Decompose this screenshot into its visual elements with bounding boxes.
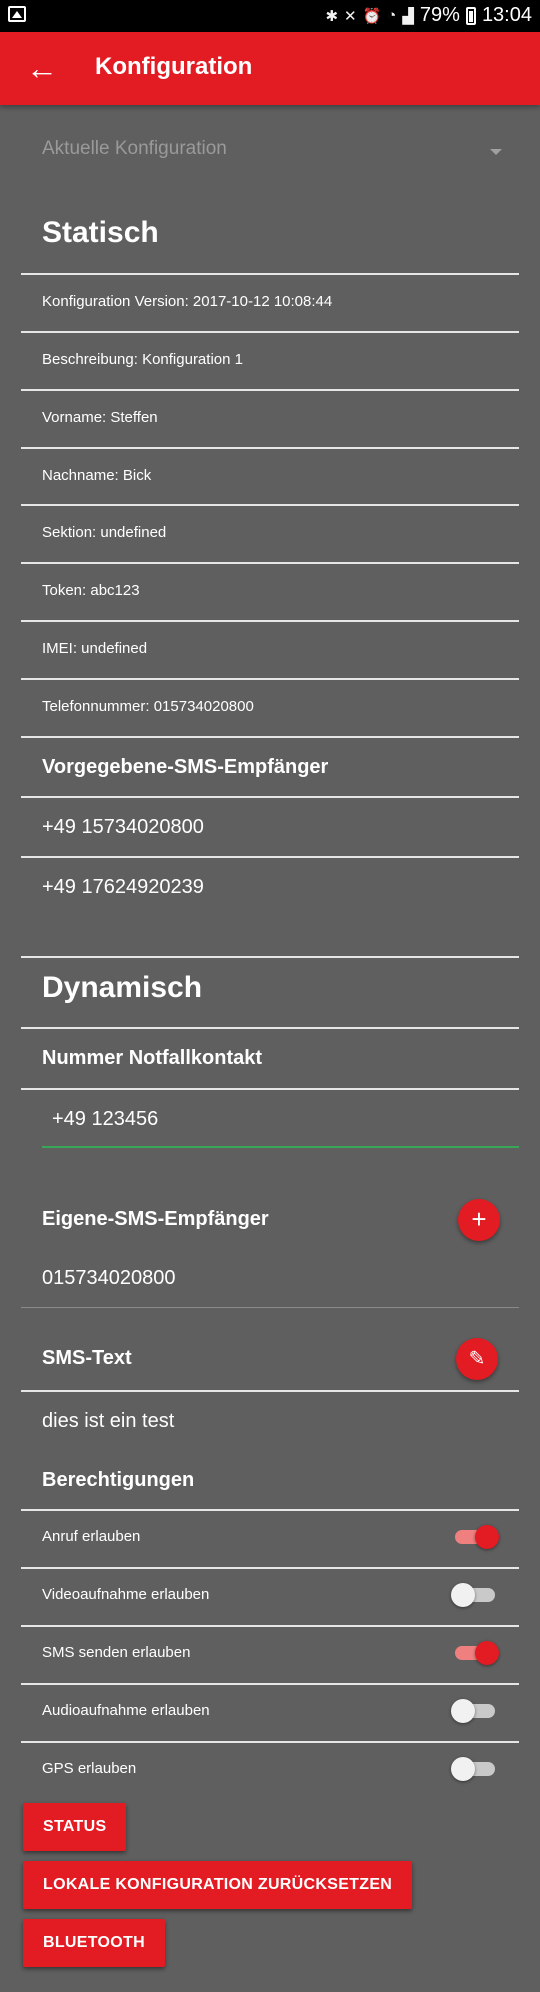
reset-config-button[interactable]: LOKALE KONFIGURATION ZURÜCKSETZEN [23, 1861, 413, 1909]
divider [21, 1390, 519, 1392]
divider [21, 331, 519, 333]
static-row-lastname: Nachname: Bick [42, 467, 152, 484]
sms-text-value: dies ist ein test [42, 1410, 175, 1432]
bluetooth-icon: ✱ [325, 7, 339, 25]
permission-label-sms: SMS senden erlauben [42, 1644, 191, 1661]
emergency-contact-title: Nummer Notfallkontakt [42, 1047, 263, 1069]
mute-icon: ✕ [344, 7, 357, 25]
divider [21, 956, 519, 958]
emergency-contact-input[interactable]: +49 123456 [52, 1108, 158, 1131]
divider [21, 447, 519, 449]
emergency-contact-underline [42, 1146, 519, 1148]
divider [21, 562, 519, 564]
divider [21, 796, 519, 798]
plus-icon: + [471, 1204, 487, 1234]
permission-label-call: Anruf erlauben [42, 1528, 141, 1545]
toggle-audio[interactable] [451, 1696, 499, 1726]
own-sms-recipients-title: Eigene-SMS-Empfänger [42, 1208, 269, 1230]
permission-label-gps: GPS erlauben [42, 1760, 137, 1777]
divider [21, 273, 519, 275]
permission-label-audio: Audioaufnahme erlauben [42, 1702, 210, 1719]
config-select[interactable]: Aktuelle Konfiguration [42, 138, 502, 172]
dropdown-caret-icon [490, 149, 502, 155]
dynamic-section-title: Dynamisch [42, 971, 203, 1004]
own-sms-recipient: 015734020800 [42, 1267, 176, 1289]
toggle-gps[interactable] [451, 1754, 499, 1784]
predefined-sms-recipient: +49 15734020800 [42, 816, 204, 838]
divider [21, 389, 519, 391]
static-row-version: Konfiguration Version: 2017-10-12 10:08:… [42, 293, 333, 310]
permission-label-video: Videoaufnahme erlauben [42, 1586, 210, 1603]
static-row-phone: Telefonnummer: 015734020800 [42, 698, 254, 715]
battery-percent: 79% [419, 4, 460, 26]
status-icons: ✱ ✕ ⏰ ◔ ▟ 79% 13:04 [325, 4, 532, 27]
status-button[interactable]: STATUS [23, 1803, 127, 1851]
add-recipient-button[interactable]: + [458, 1199, 500, 1241]
gallery-icon [8, 6, 26, 22]
config-select-value: Aktuelle Konfiguration [42, 138, 227, 159]
static-row-section: Sektion: undefined [42, 524, 167, 541]
sms-text-title: SMS-Text [42, 1347, 132, 1369]
signal-icon: ▟ [402, 7, 414, 25]
divider [21, 1307, 519, 1308]
divider [21, 620, 519, 622]
page-title: Konfiguration [95, 53, 253, 80]
edit-sms-text-button[interactable]: ✎ [456, 1338, 498, 1380]
alarm-icon: ⏰ [362, 7, 382, 25]
divider [21, 856, 519, 858]
pencil-icon: ✎ [468, 1348, 486, 1370]
divider [21, 736, 519, 738]
divider [21, 1509, 519, 1511]
toggle-call[interactable] [451, 1522, 499, 1552]
battery-icon [465, 6, 476, 25]
divider [21, 1088, 519, 1090]
toggle-video[interactable] [451, 1580, 499, 1610]
status-bar: ✱ ✕ ⏰ ◔ ▟ 79% 13:04 [0, 0, 540, 32]
divider [21, 1683, 519, 1685]
static-row-description: Beschreibung: Konfiguration 1 [42, 351, 243, 368]
divider [21, 678, 519, 680]
divider [21, 504, 519, 506]
bluetooth-button[interactable]: BLUETOOTH [23, 1919, 165, 1967]
divider [21, 1027, 519, 1029]
app-bar: ← Konfiguration [0, 32, 540, 105]
toggle-sms[interactable] [451, 1638, 499, 1668]
back-arrow-icon[interactable]: ← [26, 52, 60, 86]
static-section-title: Statisch [42, 216, 159, 249]
wifi-icon: ◔ [387, 7, 397, 24]
static-row-imei: IMEI: undefined [42, 640, 148, 657]
predefined-sms-recipients-title: Vorgegebene-SMS-Empfänger [42, 756, 329, 778]
predefined-sms-recipient: +49 17624920239 [42, 876, 204, 898]
clock: 13:04 [481, 4, 532, 26]
divider [21, 1625, 519, 1627]
divider [21, 1741, 519, 1743]
static-row-firstname: Vorname: Steffen [42, 409, 158, 426]
permissions-title: Berechtigungen [42, 1469, 195, 1491]
static-row-token: Token: abc123 [42, 582, 140, 599]
divider [21, 1567, 519, 1569]
